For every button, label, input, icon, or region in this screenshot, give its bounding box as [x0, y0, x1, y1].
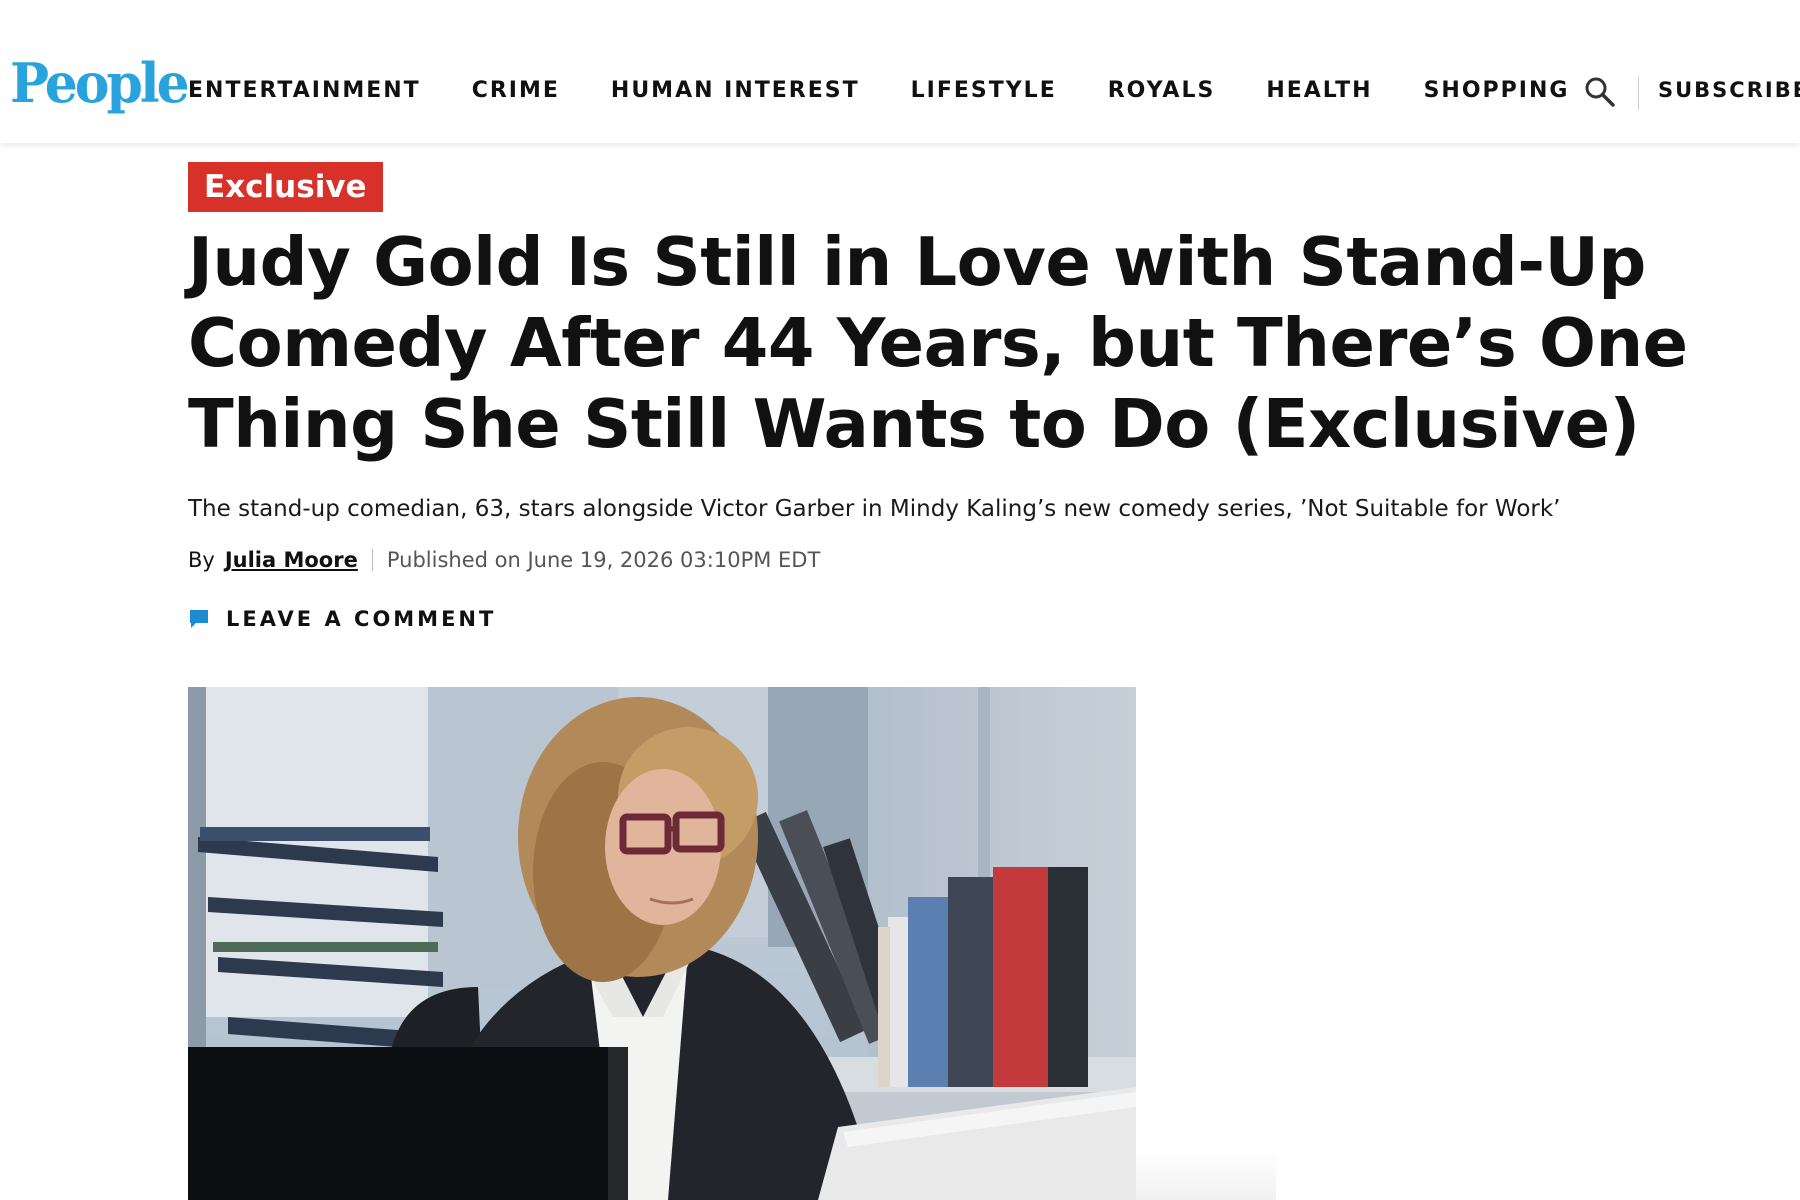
author-link[interactable]: Julia Moore — [225, 548, 358, 572]
comment-icon — [190, 610, 208, 628]
search-icon — [1585, 77, 1615, 107]
byline-divider — [371, 549, 373, 571]
site-header: People ENTERTAINMENT CRIME HUMAN INTERES… — [0, 0, 1800, 143]
nav-item-human-interest[interactable]: HUMAN INTEREST — [611, 80, 860, 102]
search-button[interactable] — [1582, 74, 1618, 110]
main-nav: ENTERTAINMENT CRIME HUMAN INTEREST LIFES… — [188, 80, 1620, 102]
byline: By Julia Moore Published on June 19, 202… — [188, 548, 820, 572]
byline-prefix: By — [188, 548, 215, 572]
ad-slot-edge — [1136, 1150, 1276, 1200]
article-dek: The stand-up comedian, 63, stars alongsi… — [188, 496, 1561, 522]
leave-comment-label: LEAVE A COMMENT — [226, 607, 497, 631]
article-headline: Judy Gold Is Still in Love with Stand-Up… — [188, 223, 1688, 463]
hero-image — [188, 687, 1136, 1200]
subscribe-link[interactable]: SUBSCRIBE — [1658, 80, 1800, 101]
header-divider — [1638, 76, 1639, 110]
nav-item-crime[interactable]: CRIME — [472, 80, 560, 102]
leave-comment-button[interactable]: LEAVE A COMMENT — [188, 607, 496, 631]
nav-item-entertainment[interactable]: ENTERTAINMENT — [188, 80, 421, 102]
nav-item-lifestyle[interactable]: LIFESTYLE — [911, 80, 1057, 102]
exclusive-badge[interactable]: Exclusive — [188, 162, 383, 212]
nav-item-health[interactable]: HEALTH — [1266, 80, 1372, 102]
nav-item-royals[interactable]: ROYALS — [1108, 80, 1216, 102]
nav-item-shopping[interactable]: SHOPPING — [1424, 80, 1570, 102]
published-date: Published on June 19, 2026 03:10PM EDT — [386, 548, 821, 572]
people-logo[interactable]: People — [10, 56, 190, 112]
